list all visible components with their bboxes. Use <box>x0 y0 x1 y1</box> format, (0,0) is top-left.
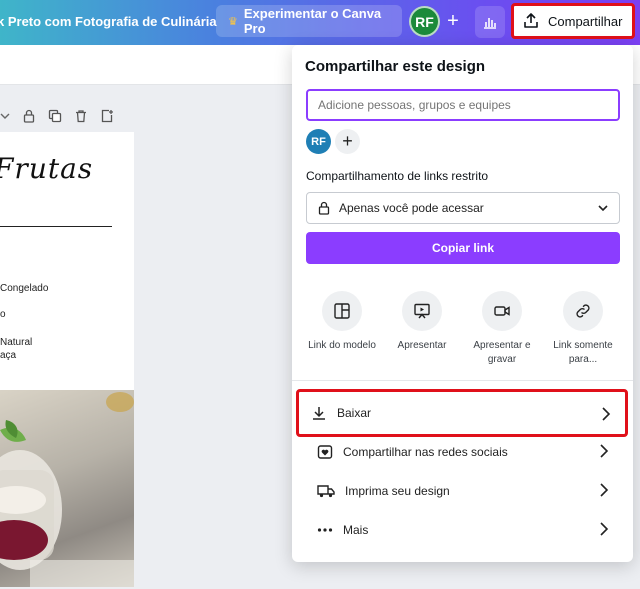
add-page-icon[interactable] <box>100 109 114 123</box>
chevron-right-icon <box>602 407 611 421</box>
collaborator-avatar[interactable]: RF <box>306 129 331 154</box>
ingredient-line: Congelado <box>0 283 49 294</box>
panel-divider <box>292 380 633 381</box>
user-avatar[interactable]: RF <box>409 6 440 37</box>
insights-button[interactable] <box>475 6 505 38</box>
share-button-label: Compartilhar <box>548 13 623 29</box>
link-icon <box>563 291 603 331</box>
food-photo <box>0 390 134 587</box>
share-button[interactable]: Compartilhar <box>511 3 635 39</box>
option-label: Apresentar <box>397 340 447 351</box>
lock-icon <box>318 201 330 215</box>
download-row[interactable]: Baixar <box>296 389 628 437</box>
option-label: Link do modelo <box>308 340 376 351</box>
share-design-panel: Compartilhar este design RF + Compartilh… <box>292 45 633 562</box>
share-option-view-only-link[interactable]: Link somente para... <box>545 291 621 367</box>
add-collaborator-icon[interactable]: + <box>440 8 466 34</box>
download-icon <box>313 407 325 420</box>
chevron-down-icon[interactable] <box>0 111 10 121</box>
trash-icon[interactable] <box>74 109 88 123</box>
add-person-icon[interactable]: + <box>335 129 360 154</box>
chevron-right-icon <box>600 444 609 458</box>
share-option-present-record[interactable]: Apresentar e gravar <box>464 291 540 367</box>
share-option-present[interactable]: Apresentar <box>384 291 460 353</box>
page-tools <box>0 104 114 128</box>
more-icon <box>317 528 333 532</box>
bar-chart-icon <box>484 18 496 29</box>
social-share-label: Compartilhar nas redes sociais <box>343 445 508 459</box>
duplicate-icon[interactable] <box>48 109 62 123</box>
more-options-row[interactable]: Mais <box>305 511 623 549</box>
template-icon <box>322 291 362 331</box>
ingredient-line: aça <box>0 350 17 361</box>
crown-icon: ♛ <box>228 15 238 28</box>
try-pro-label: Experimentar o Canva Pro <box>243 6 382 36</box>
lock-icon[interactable] <box>22 109 36 123</box>
design-script-title: Frutas <box>0 152 94 185</box>
chevron-right-icon <box>600 483 609 497</box>
upload-share-icon <box>524 13 538 28</box>
chevron-down-icon <box>598 205 608 212</box>
option-label: Link somente para... <box>553 340 613 365</box>
panel-title: Compartilhar este design <box>305 58 486 75</box>
dessert-jar-image <box>0 392 134 587</box>
add-people-input[interactable] <box>306 89 620 121</box>
access-level-value: Apenas você pode acessar <box>339 201 484 215</box>
present-icon <box>402 291 442 331</box>
download-label: Baixar <box>337 406 372 420</box>
print-design-row[interactable]: Imprima seu design <box>305 472 623 510</box>
document-title[interactable]: k Preto com Fotografia de Culinária <box>0 14 217 29</box>
social-icon <box>317 445 333 459</box>
chevron-right-icon <box>600 522 609 536</box>
top-bar: k Preto com Fotografia de Culinária ♛ Ex… <box>0 0 640 45</box>
try-canva-pro-button[interactable]: ♛ Experimentar o Canva Pro <box>216 5 402 37</box>
print-truck-icon <box>317 485 335 498</box>
social-share-row[interactable]: Compartilhar nas redes sociais <box>305 433 623 471</box>
design-page[interactable]: Frutas Congelado o Natural aça <box>0 132 134 587</box>
ingredient-line: Natural <box>0 337 33 348</box>
link-sharing-label: Compartilhamento de links restrito <box>306 169 489 183</box>
copy-link-button[interactable]: Copiar link <box>306 232 620 264</box>
share-option-template-link[interactable]: Link do modelo <box>304 291 380 353</box>
record-icon <box>482 291 522 331</box>
print-design-label: Imprima seu design <box>345 484 450 498</box>
more-options-label: Mais <box>343 523 369 537</box>
option-label: Apresentar e gravar <box>473 340 531 365</box>
access-level-select[interactable]: Apenas você pode acessar <box>306 192 620 224</box>
ingredient-line: o <box>0 309 6 320</box>
design-divider-line <box>0 226 112 227</box>
